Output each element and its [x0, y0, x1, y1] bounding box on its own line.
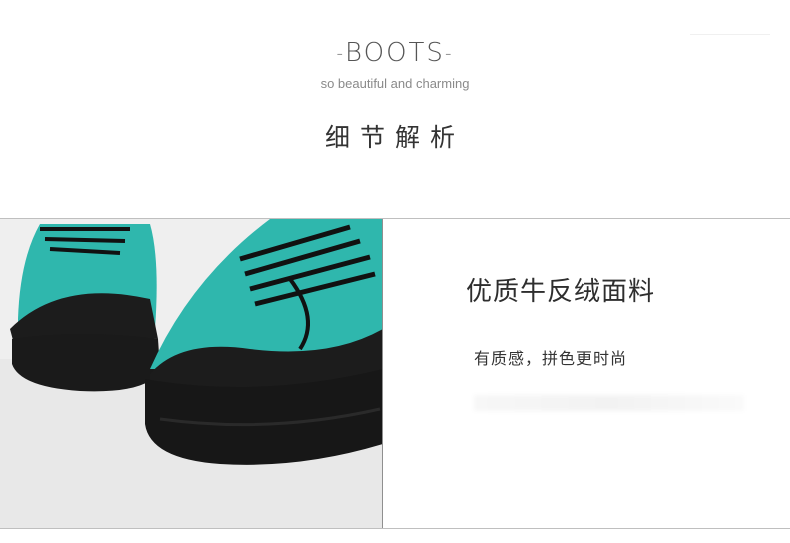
- left-dash: -: [336, 43, 346, 64]
- section-title: 细节解析: [324, 123, 465, 152]
- detail-title: 优质牛反绒面料: [466, 277, 656, 307]
- right-dash: -: [444, 43, 454, 64]
- detail-panel: 优质牛反绒面料 有质感，拼色更时尚: [0, 218, 790, 529]
- detail-description: 有质感，拼色更时尚: [474, 349, 628, 368]
- header-section: -BOOTS- so beautiful and charming 细节解析: [0, 0, 790, 218]
- faded-text-artifact: [474, 395, 744, 411]
- decorative-line: [690, 34, 770, 35]
- detail-info: 优质牛反绒面料 有质感，拼色更时尚: [384, 219, 790, 528]
- brand-title: -BOOTS-: [0, 38, 790, 68]
- shoe-detail-photo: [0, 219, 383, 528]
- brand-title-text: BOOTS: [345, 38, 445, 68]
- brand-subtitle: so beautiful and charming: [320, 76, 470, 91]
- shoe-illustration: [0, 219, 382, 528]
